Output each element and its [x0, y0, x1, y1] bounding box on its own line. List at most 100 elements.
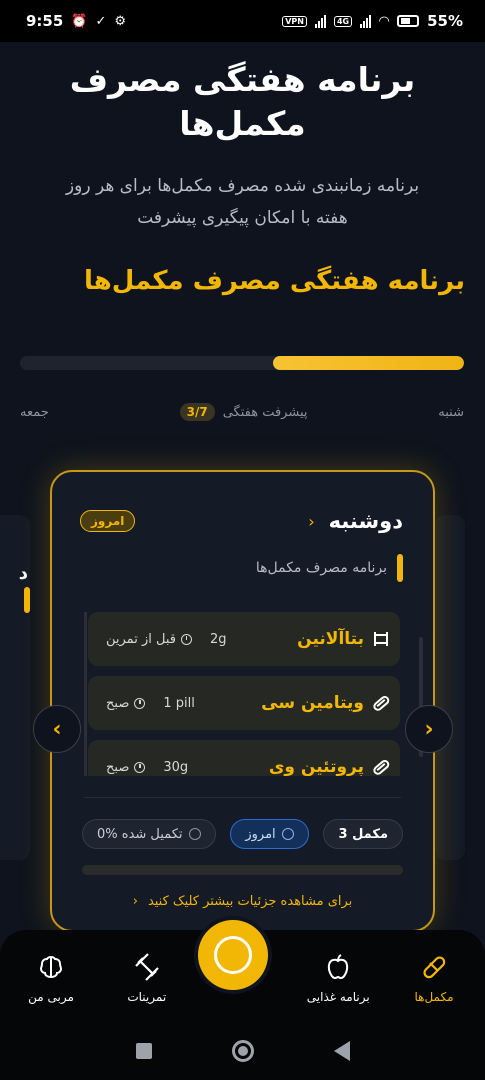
chevron-right-icon: › — [424, 716, 434, 742]
supplement-time-text: صبح — [106, 759, 130, 775]
supplement-meta: صبح 30g — [106, 760, 188, 775]
nav-supplements[interactable]: مکمل‌ها — [395, 952, 473, 1004]
today-badge: امروز — [80, 510, 136, 532]
battery-icon — [397, 15, 420, 27]
details-link[interactable]: برای مشاهده جزئیات بیشتر کلیک کنید ‹ — [52, 890, 433, 912]
battery-level: 55% — [427, 12, 463, 30]
nav-label: تمرینات — [127, 990, 167, 1004]
next-day-card[interactable] — [435, 515, 465, 860]
chevron-left-icon: ‹ — [132, 893, 138, 909]
supplement-time-text: صبح — [106, 695, 130, 711]
pill-icon — [423, 956, 446, 979]
gear-icon: ⚙ — [114, 13, 127, 29]
alarm-icon: ⏰ — [71, 13, 88, 29]
status-left: 9:55 ⏰ ✓ ⚙ — [26, 12, 126, 30]
list-timeline-line — [84, 612, 87, 776]
day-title-group: دوشنبه ‹ — [308, 509, 403, 533]
supplement-item[interactable]: قبل از تمرین 2g بتاآلانین — [88, 612, 400, 666]
progress-start-day: شنبه — [438, 404, 464, 420]
supplement-meta: صبح 1 pill — [106, 696, 195, 711]
signal-icon-2 — [360, 14, 372, 28]
weekly-progress-fill — [273, 356, 464, 370]
supplement-name: ویتامین سی — [261, 693, 364, 713]
dumbbell-icon — [134, 953, 159, 981]
check-icon: ✓ — [95, 13, 107, 29]
stats-row: 0% تکمیل شده امروز 3 مکمل — [82, 819, 403, 849]
today-chip-text: امروز — [245, 826, 276, 842]
apple-icon — [328, 954, 349, 980]
plan-label: برنامه مصرف مکمل‌ها — [256, 554, 403, 582]
page-subtitle: برنامه زمانبندی شده مصرف مکمل‌ها برای هر… — [65, 176, 420, 228]
clock-icon — [134, 697, 146, 709]
today-chip: امروز — [230, 819, 309, 849]
supplement-amount: 1 pill — [163, 695, 195, 711]
nav-label: برنامه غذایی — [306, 990, 370, 1004]
nav-label: مکمل‌ها — [414, 990, 454, 1004]
supplement-time: قبل از تمرین — [106, 632, 192, 647]
details-link-text[interactable]: برای مشاهده جزئیات بیشتر کلیک کنید — [148, 894, 352, 909]
supplement-title: پروتئین وی — [269, 756, 392, 776]
day-name: دوشنبه — [328, 509, 403, 533]
plan-accent-bar — [397, 554, 403, 582]
supplement-amount: 2g — [209, 631, 227, 647]
chevron-left-icon[interactable]: ‹ — [308, 512, 314, 531]
dumbbell-icon — [370, 628, 392, 650]
supplement-count-chip: 3 مکمل — [323, 819, 403, 849]
system-nav-bar — [0, 1022, 485, 1080]
brain-icon — [39, 956, 63, 978]
previous-day-card[interactable]: د — [0, 515, 30, 860]
nav-meal-plan[interactable]: برنامه غذایی — [299, 952, 377, 1004]
page-title: برنامه هفتگی مصرف مکمل‌ها — [69, 60, 416, 143]
previous-day-accent-bar — [24, 587, 30, 613]
pill-icon — [370, 756, 392, 776]
supplement-title: ویتامین سی — [261, 692, 392, 714]
supplement-name: بتاآلانین — [297, 629, 364, 649]
progress-label: پیشرفت هفتگی — [222, 404, 308, 420]
clock-icon — [134, 761, 146, 773]
progress-fraction-badge: 3/7 — [179, 403, 215, 421]
status-bar: 9:55 ⏰ ✓ ⚙ VPN 4G ◠ 55% — [0, 0, 485, 42]
day-completion-bar — [82, 865, 403, 875]
previous-day-button[interactable]: ‹ — [33, 705, 81, 753]
progress-center: 3/7 پیشرفت هفتگی — [179, 403, 308, 421]
card-divider — [84, 797, 401, 798]
weekly-progress-labels: جمعه 3/7 پیشرفت هفتگی شنبه — [20, 400, 464, 424]
status-right: VPN 4G ◠ 55% — [282, 12, 463, 30]
recents-icon[interactable] — [135, 1043, 152, 1059]
clock-icon — [180, 633, 192, 645]
center-action-button[interactable] — [198, 920, 268, 990]
status-time: 9:55 — [26, 12, 64, 30]
back-icon[interactable] — [333, 1041, 350, 1061]
chevron-left-icon: ‹ — [52, 716, 62, 742]
supplement-title: بتاآلانین — [297, 628, 392, 650]
nav-label: مربی من — [28, 990, 74, 1004]
progress-end-day: جمعه — [20, 404, 49, 420]
nav-workouts[interactable]: تمرینات — [108, 952, 186, 1004]
signal-icon — [314, 14, 326, 28]
day-card[interactable]: امروز دوشنبه ‹ برنامه مصرف مکمل‌ها قبل ا… — [50, 470, 435, 932]
previous-day-peek-text: د — [18, 563, 28, 584]
plan-label-text: برنامه مصرف مکمل‌ها — [255, 560, 387, 576]
nav-coach[interactable]: مربی من — [12, 952, 90, 1004]
supplement-item[interactable]: صبح 30g پروتئین وی — [88, 740, 400, 776]
network-badge: 4G — [333, 15, 353, 27]
supplement-time: صبح — [106, 759, 146, 775]
day-header: امروز دوشنبه ‹ — [80, 506, 403, 536]
home-icon[interactable] — [231, 1040, 254, 1062]
vpn-badge: VPN — [282, 15, 307, 27]
logo-icon — [214, 936, 252, 974]
supplement-time: صبح — [106, 695, 146, 711]
completed-text: 0% تکمیل شده — [97, 826, 183, 842]
clock-icon — [281, 828, 294, 840]
check-circle-icon — [188, 828, 201, 840]
next-day-button[interactable]: › — [405, 705, 453, 753]
supplement-time-text: قبل از تمرین — [106, 631, 176, 647]
supplement-meta: قبل از تمرین 2g — [106, 632, 227, 647]
weekly-progress-bar — [20, 356, 464, 370]
supplement-item[interactable]: صبح 1 pill ویتامین سی — [88, 676, 400, 730]
section-title: برنامه هفتگی مصرف مکمل‌ها — [84, 266, 465, 296]
supplement-amount: 30g — [163, 759, 189, 775]
wifi-icon: ◠ — [379, 13, 390, 29]
supplement-list[interactable]: قبل از تمرین 2g بتاآلانین صبح 1 pill ویت… — [84, 612, 402, 776]
pill-icon — [370, 692, 392, 714]
